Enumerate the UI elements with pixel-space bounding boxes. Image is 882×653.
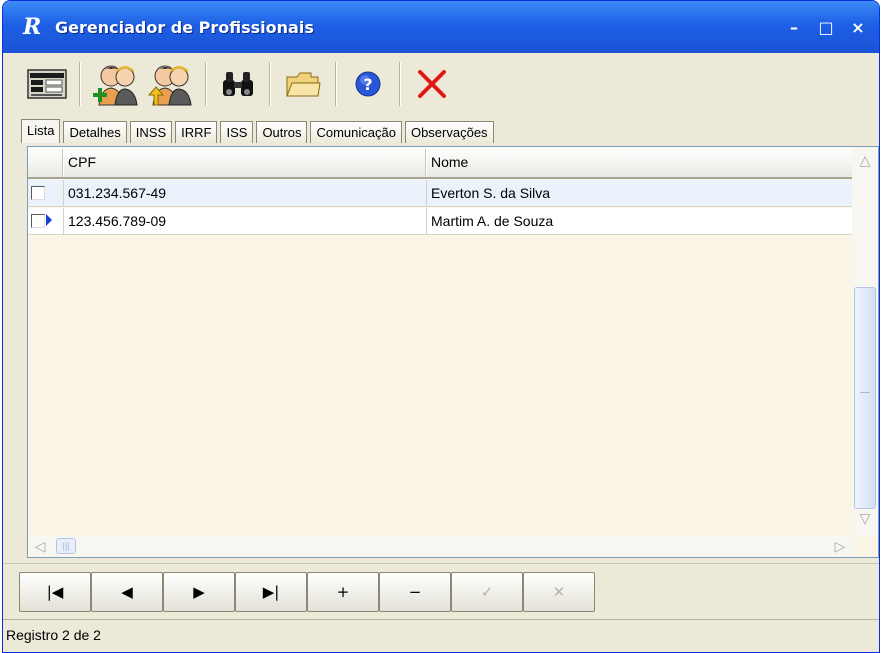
edit-professional-button[interactable] — [143, 58, 197, 110]
column-separator — [426, 180, 427, 207]
maximize-button[interactable]: □ — [813, 14, 839, 40]
tab-irrf[interactable]: IRRF — [175, 121, 218, 143]
app-logo-icon: R — [23, 14, 42, 40]
current-row-pointer-icon — [46, 214, 52, 226]
nome-cell: Martim A. de Souza — [431, 213, 554, 229]
horizontal-scrollbar[interactable]: ◁ ||| ▷ — [28, 535, 854, 557]
tab-outros[interactable]: Outros — [256, 121, 308, 143]
column-header-cpf[interactable]: CPF — [64, 147, 96, 177]
binoculars-search-icon — [223, 72, 253, 96]
last-record-button[interactable]: ▶| — [235, 572, 307, 612]
column-separator — [426, 208, 427, 235]
table-row[interactable]: 031.234.567-49 Everton S. da Silva — [28, 180, 852, 207]
window-controls: – □ × — [781, 14, 871, 40]
column-separator — [63, 208, 64, 235]
title-bar[interactable]: R Gerenciador de Profissionais – □ × — [3, 1, 879, 53]
nome-cell: Everton S. da Silva — [431, 185, 551, 201]
cancel-edit-button[interactable]: ✕ — [523, 572, 595, 612]
scroll-left-icon[interactable]: ◁ — [30, 535, 50, 557]
close-red-x-icon — [418, 70, 446, 98]
column-separator — [63, 180, 64, 207]
add-professional-button[interactable] — [89, 58, 143, 110]
post-record-button[interactable]: ✓ — [451, 572, 523, 612]
tab-lista[interactable]: Lista — [21, 119, 61, 143]
scroll-right-icon[interactable]: ▷ — [830, 535, 850, 557]
exit-button[interactable] — [409, 58, 455, 110]
column-header-nome[interactable]: Nome — [427, 147, 468, 177]
cpf-cell: 123.456.789-09 — [68, 213, 167, 229]
row-checkbox[interactable] — [31, 186, 45, 200]
minimize-button[interactable]: – — [781, 14, 807, 40]
cpf-cell: 031.234.567-49 — [68, 185, 167, 201]
help-icon: ? — [355, 71, 381, 97]
form-view-icon — [27, 69, 67, 99]
row-checkbox[interactable] — [31, 214, 45, 228]
toolbar-separator — [399, 62, 401, 106]
prior-record-button[interactable]: ◀ — [91, 572, 163, 612]
scroll-down-icon[interactable]: ▽ — [852, 507, 878, 529]
vertical-scroll-thumb[interactable] — [854, 287, 876, 509]
insert-record-button[interactable]: + — [307, 572, 379, 612]
help-button[interactable]: ? — [345, 58, 391, 110]
toolbar-separator — [205, 62, 207, 106]
first-record-button[interactable]: |◀ — [19, 572, 91, 612]
open-button[interactable] — [279, 58, 327, 110]
status-text: Registro 2 de 2 — [6, 627, 101, 643]
horizontal-scroll-thumb[interactable]: ||| — [56, 538, 76, 554]
toolbar-separator — [79, 62, 81, 106]
toolbar-separator — [335, 62, 337, 106]
tab-detalhes[interactable]: Detalhes — [63, 121, 127, 143]
data-grid[interactable]: CPF Nome 031.234.567-49 Everton S. da Si… — [27, 146, 879, 558]
svg-text:?: ? — [363, 75, 372, 94]
record-navigator: |◀ ◀ ▶ ▶| + − ✓ ✕ — [3, 563, 879, 617]
form-view-button[interactable] — [23, 58, 71, 110]
table-row[interactable]: 123.456.789-09 Martim A. de Souza — [28, 208, 852, 235]
app-window: R Gerenciador de Profissionais – □ × ? L… — [2, 0, 880, 653]
tab-iss[interactable]: ISS — [220, 121, 254, 143]
scroll-grip — [860, 392, 870, 393]
search-button[interactable] — [215, 58, 261, 110]
toolbar-separator — [269, 62, 271, 106]
tab-observacoes[interactable]: Observações — [404, 121, 494, 143]
edit-professional-icon — [147, 65, 192, 106]
add-professional-icon — [93, 65, 138, 106]
next-record-button[interactable]: ▶ — [163, 572, 235, 612]
status-bar: Registro 2 de 2 — [3, 619, 879, 652]
tab-inss[interactable]: INSS — [129, 121, 173, 143]
close-button[interactable]: × — [845, 14, 871, 40]
window-title: Gerenciador de Profissionais — [55, 17, 314, 37]
vertical-scrollbar[interactable]: △ ▽ — [852, 147, 878, 537]
delete-record-button[interactable]: − — [379, 572, 451, 612]
open-folder-icon — [286, 72, 321, 97]
grid-header: CPF Nome — [28, 147, 852, 179]
tab-strip: Lista Detalhes INSS IRRF ISS Outros Comu… — [21, 119, 497, 143]
scroll-up-icon[interactable]: △ — [852, 149, 878, 171]
tab-comunicacao[interactable]: Comunicação — [310, 121, 402, 143]
toolbar: ? — [3, 53, 879, 115]
